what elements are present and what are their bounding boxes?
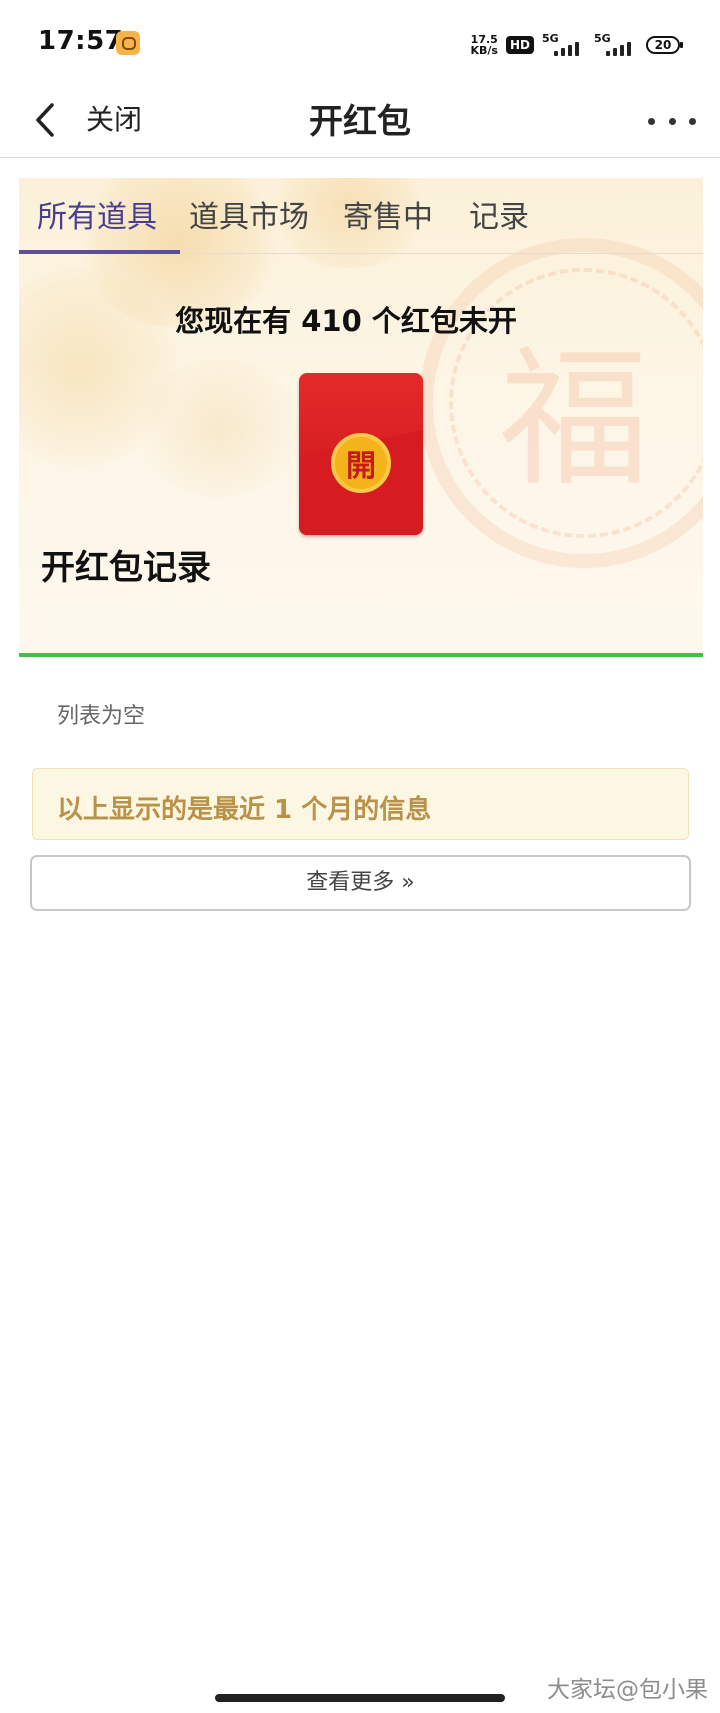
network-speed: 17.5 KB/s — [471, 34, 498, 56]
signal-icon: 5G — [542, 32, 586, 58]
tab-all-items[interactable]: 所有道具 — [37, 192, 157, 254]
watermark: 大家坛@包小果 — [547, 1677, 708, 1703]
battery-icon: 20 — [646, 36, 683, 54]
network-speed-unit: KB/s — [470, 44, 498, 57]
tab-bar: 所有道具 道具市场 寄售中 记录 — [19, 178, 703, 254]
blossom-decoration — [139, 358, 299, 498]
open-seal-icon: 開 — [331, 433, 391, 493]
red-envelope-button[interactable]: 開 — [299, 373, 423, 535]
empty-list-text: 列表为空 — [57, 704, 146, 729]
info-notice: 以上显示的是最近 1 个月的信息 — [32, 768, 689, 840]
nav-bar: 关闭 开红包 — [0, 82, 720, 158]
section-divider — [19, 653, 703, 657]
tab-item-market[interactable]: 道具市场 — [189, 192, 309, 254]
records-title: 开红包记录 — [41, 548, 211, 588]
signal-icon: 5G — [594, 32, 638, 58]
banner: 福 所有道具 道具市场 寄售中 记录 您现在有 410 个红包未开 開 开红包记… — [19, 178, 703, 656]
envelope-count-text: 您现在有 410 个红包未开 — [175, 304, 517, 338]
view-more-button[interactable]: 查看更多 » — [30, 855, 691, 911]
info-notice-text: 以上显示的是最近 1 个月的信息 — [57, 795, 432, 825]
status-indicators: 17.5 KB/s HD 5G 5G 20 — [471, 30, 683, 60]
home-indicator[interactable] — [215, 1694, 505, 1702]
status-bar: 17:57 17.5 KB/s HD 5G 5G 20 — [0, 0, 720, 82]
chat-icon — [116, 31, 140, 55]
hd-badge: HD — [505, 36, 534, 54]
page-title: 开红包 — [309, 102, 411, 142]
more-dots-icon[interactable] — [648, 104, 696, 138]
seal-char: 開 — [346, 449, 376, 484]
tab-active-indicator — [19, 250, 180, 254]
tab-records[interactable]: 记录 — [469, 192, 529, 254]
tab-consignment[interactable]: 寄售中 — [343, 192, 433, 254]
status-time: 17:57 — [38, 26, 124, 56]
